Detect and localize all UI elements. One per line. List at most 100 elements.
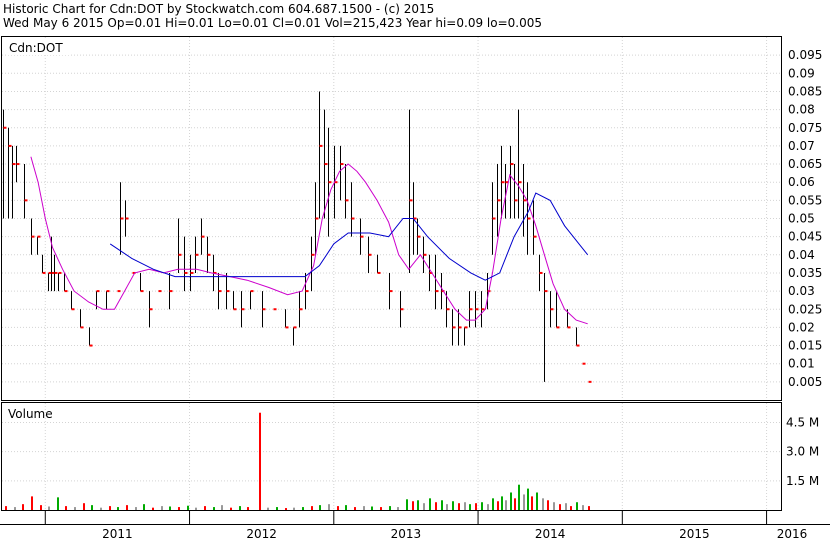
volume-bar bbox=[328, 504, 330, 510]
volume-bar bbox=[221, 505, 223, 510]
price-tick-label: 0.06 bbox=[788, 175, 815, 189]
volume-bar bbox=[126, 505, 128, 510]
volume-bar bbox=[363, 506, 365, 510]
year-label: 2011 bbox=[102, 527, 133, 541]
volume-bar bbox=[5, 506, 7, 510]
volume-bar bbox=[259, 412, 261, 510]
price-tick-label: 0.065 bbox=[788, 157, 822, 171]
volume-panel-label: Volume bbox=[8, 407, 53, 421]
year-label: 2015 bbox=[679, 527, 710, 541]
volume-bar bbox=[501, 496, 503, 510]
volume-bar bbox=[22, 504, 24, 510]
price-tick-label: 0.025 bbox=[788, 302, 822, 316]
volume-bar bbox=[302, 507, 304, 510]
volume-bar bbox=[475, 503, 477, 510]
volume-bar bbox=[510, 492, 512, 510]
volume-bar bbox=[505, 500, 507, 510]
volume-bar bbox=[371, 506, 373, 510]
price-tick-label: 0.02 bbox=[788, 320, 815, 334]
volume-bar bbox=[169, 506, 171, 510]
volume-bar bbox=[40, 505, 42, 510]
volume-bar bbox=[109, 506, 111, 510]
volume-bar bbox=[514, 498, 516, 510]
year-label: 2013 bbox=[391, 527, 422, 541]
price-tick-label: 0.085 bbox=[788, 84, 822, 98]
volume-bar bbox=[523, 494, 525, 510]
volume-bar bbox=[117, 507, 119, 510]
price-tick-label: 0.055 bbox=[788, 193, 822, 207]
volume-bar bbox=[397, 507, 399, 510]
price-tick-label: 0.07 bbox=[788, 139, 815, 153]
price-tick-label: 0.015 bbox=[788, 339, 822, 353]
volume-bar bbox=[239, 506, 241, 510]
volume-bar bbox=[285, 508, 287, 510]
volume-bar bbox=[582, 505, 584, 510]
volume-bar bbox=[441, 500, 443, 510]
volume-tick-label: 3.0 M bbox=[786, 445, 819, 459]
volume-bar bbox=[389, 506, 391, 510]
volume-bar bbox=[536, 492, 538, 510]
price-tick-label: 0.08 bbox=[788, 103, 815, 117]
volume-bar bbox=[452, 501, 454, 510]
volume-bar bbox=[14, 507, 16, 510]
volume-bar bbox=[276, 507, 278, 510]
price-tick-label: 0.09 bbox=[788, 66, 815, 80]
volume-bar bbox=[423, 503, 425, 510]
volume-bar bbox=[187, 505, 189, 510]
volume-tick-label: 4.5 M bbox=[786, 415, 819, 429]
price-tick-label: 0.075 bbox=[788, 121, 822, 135]
volume-bar bbox=[406, 499, 408, 510]
volume-tick-label: 1.5 M bbox=[786, 474, 819, 488]
volume-axis-ticks: 4.5 M 3.0 M 1.5 M bbox=[786, 415, 819, 487]
volume-bar bbox=[487, 504, 489, 510]
volume-bar bbox=[267, 507, 269, 510]
volume-bar bbox=[481, 502, 483, 510]
volume-bar bbox=[542, 498, 544, 510]
volume-bar bbox=[204, 506, 206, 510]
volume-bar bbox=[91, 505, 93, 510]
price-axis-ticks: 0.095 0.09 0.085 0.08 0.075 0.07 0.065 0.06 0.05… bbox=[788, 48, 822, 389]
volume-bar bbox=[497, 501, 499, 510]
volume-bar bbox=[458, 503, 460, 510]
price-panel bbox=[1, 36, 782, 401]
volume-bar bbox=[48, 506, 50, 510]
price-tick-label: 0.04 bbox=[788, 248, 815, 262]
volume-bar bbox=[293, 507, 295, 510]
chart-header-title: Historic Chart for Cdn:DOT by Stockwatch… bbox=[3, 2, 434, 16]
volume-bar bbox=[380, 507, 382, 510]
volume-bar bbox=[547, 500, 549, 510]
volume-bar bbox=[565, 503, 567, 510]
volume-bar bbox=[83, 503, 85, 510]
price-tick-label: 0.01 bbox=[788, 357, 815, 371]
volume-bar bbox=[492, 498, 494, 510]
volume-bar bbox=[100, 507, 102, 510]
volume-bar bbox=[74, 507, 76, 510]
volume-bar bbox=[178, 507, 180, 510]
price-tick-label: 0.005 bbox=[788, 375, 822, 389]
year-label: 2012 bbox=[246, 527, 277, 541]
volume-bar bbox=[588, 506, 590, 510]
volume-bar bbox=[161, 506, 163, 510]
chart-header-quote: Wed May 6 2015 Op=0.01 Hi=0.01 Lo=0.01 C… bbox=[3, 16, 542, 30]
year-label: 2016 bbox=[777, 527, 808, 541]
year-label: 2014 bbox=[535, 527, 566, 541]
volume-bar bbox=[143, 504, 145, 510]
volume-bar bbox=[435, 502, 437, 510]
price-tick-label: 0.05 bbox=[788, 212, 815, 226]
volume-bar bbox=[531, 496, 533, 510]
volume-bar bbox=[65, 506, 67, 510]
volume-bar bbox=[446, 504, 448, 510]
volume-bar bbox=[559, 504, 561, 510]
price-tick-label: 0.035 bbox=[788, 266, 822, 280]
volume-bar bbox=[230, 507, 232, 510]
price-tick-label: 0.03 bbox=[788, 284, 815, 298]
volume-bar bbox=[337, 506, 339, 510]
volume-bar bbox=[213, 507, 215, 510]
volume-bar bbox=[570, 506, 572, 510]
volume-panel bbox=[1, 402, 782, 511]
price-tick-label: 0.045 bbox=[788, 230, 822, 244]
volume-bar bbox=[57, 497, 59, 510]
volume-bar bbox=[195, 507, 197, 510]
volume-bar bbox=[518, 484, 520, 510]
volume-bar bbox=[469, 504, 471, 510]
